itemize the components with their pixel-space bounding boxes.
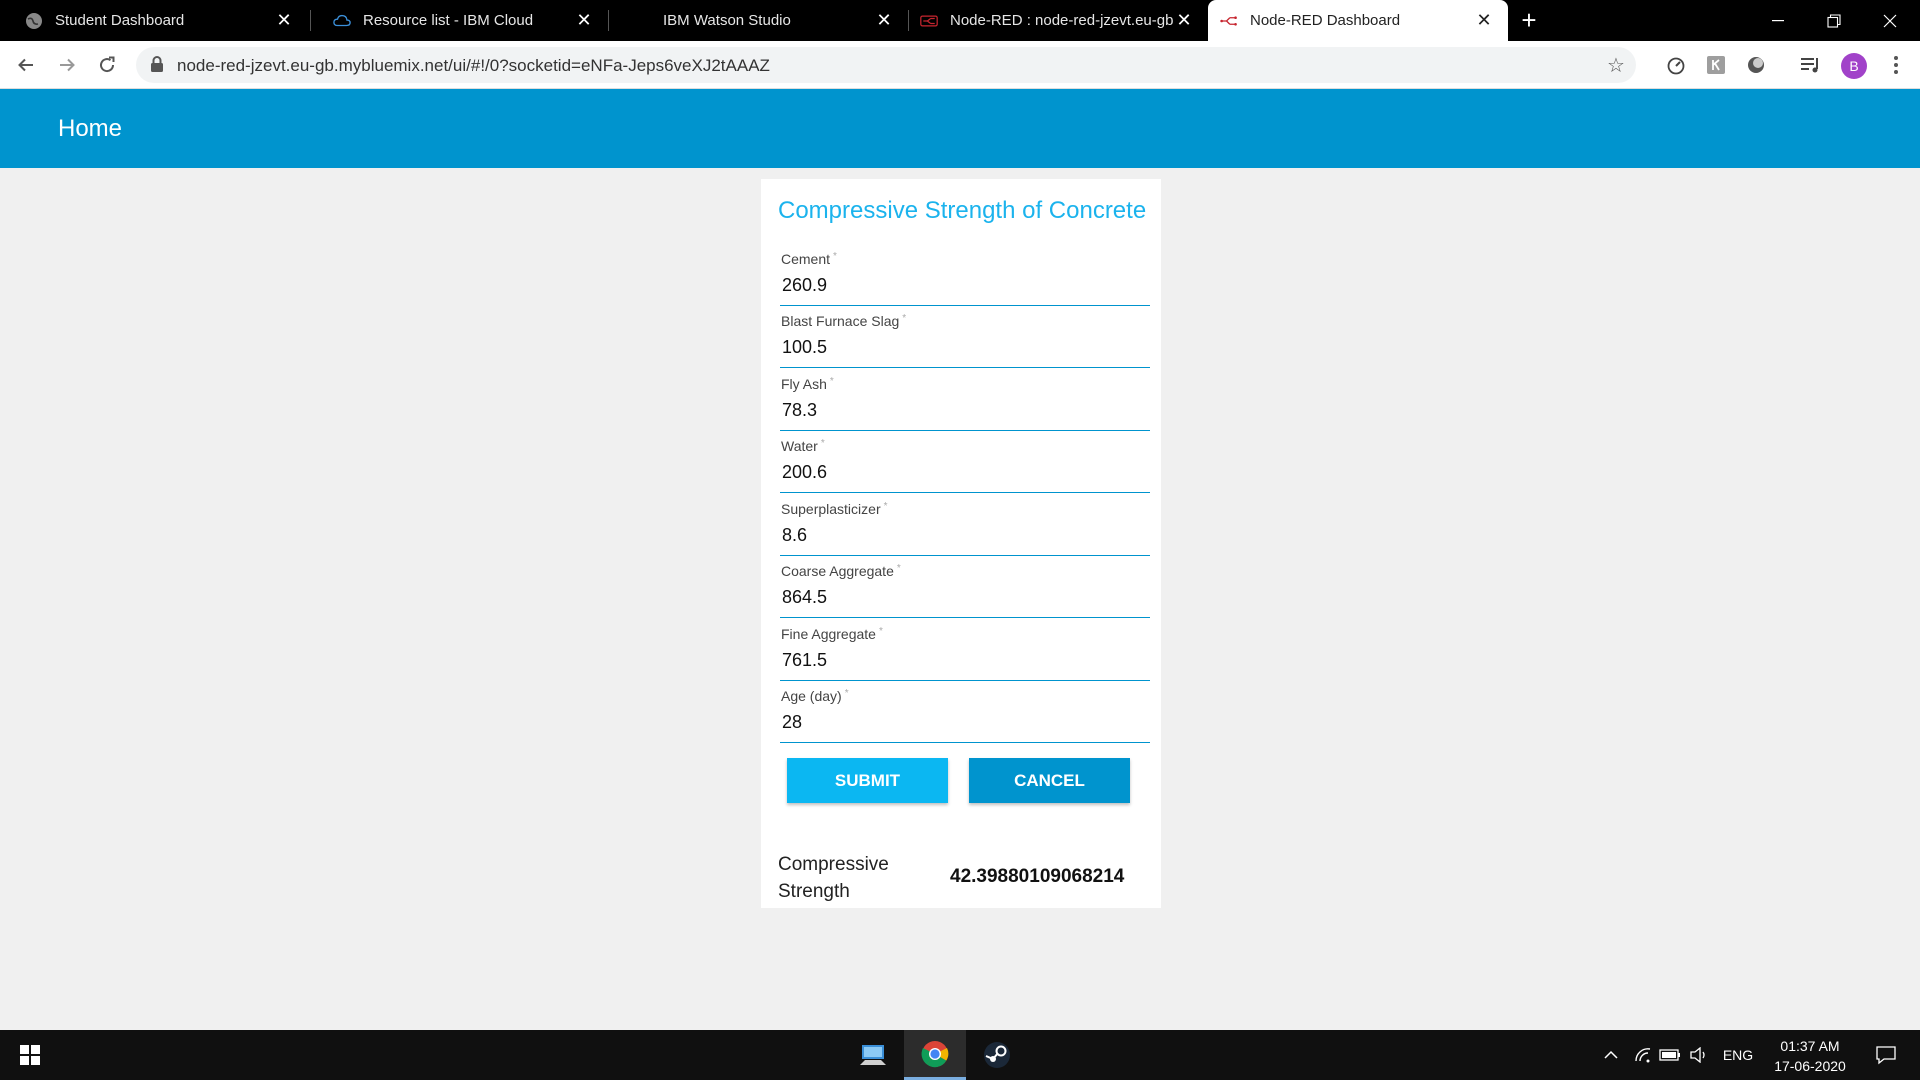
browser-toolbar: node-red-jzevt.eu-gb.mybluemix.net/ui/#!… (0, 41, 1920, 89)
address-bar[interactable]: node-red-jzevt.eu-gb.mybluemix.net/ui/#!… (136, 47, 1636, 83)
form-card: Compressive Strength of Concrete Cement *… (761, 179, 1161, 908)
node-red-icon (1220, 12, 1238, 30)
bookmark-star-icon[interactable]: ☆ (1604, 53, 1628, 77)
extension-icon[interactable] (1704, 53, 1728, 77)
required-mark: * (902, 313, 907, 324)
profile-avatar[interactable]: B (1841, 53, 1867, 79)
field-label: Fly Ash * (781, 376, 834, 392)
field-label: Age (day) * (781, 688, 849, 704)
superplasticizer-input[interactable] (780, 521, 1150, 549)
field-label: Fine Aggregate * (781, 626, 883, 642)
required-mark: * (883, 501, 888, 512)
cement-input[interactable] (780, 271, 1150, 299)
back-arrow-icon (18, 58, 33, 72)
result-value: 42.39880109068214 (950, 866, 1125, 887)
field-label: Blast Furnace Slag * (781, 313, 907, 329)
tab-title: Node-RED Dashboard (1250, 12, 1401, 29)
browser-tab-strip: Student Dashboard ✕ Resource list - IBM … (0, 0, 1920, 41)
required-mark: * (829, 376, 834, 387)
chrome-icon[interactable] (904, 1030, 966, 1080)
battery-icon[interactable] (1656, 1030, 1684, 1080)
tab-node-red-editor[interactable]: Node-RED : node-red-jzevt.eu-gb.mybluemi… (908, 0, 1208, 41)
water-input[interactable] (780, 458, 1150, 486)
restore-button[interactable] (1806, 0, 1862, 41)
back-button[interactable] (10, 49, 42, 81)
node-red-icon (920, 12, 938, 30)
result-label: Compressive Strength (778, 854, 889, 902)
globe-icon (25, 12, 43, 30)
field-label: Coarse Aggregate * (781, 563, 901, 579)
close-tab-icon[interactable]: ✕ (274, 10, 294, 31)
required-mark: * (896, 563, 901, 574)
ibm-cloud-icon (333, 12, 351, 30)
required-mark: * (820, 438, 825, 449)
card-title: Compressive Strength of Concrete (778, 197, 1147, 224)
windows-start-icon[interactable] (0, 1030, 60, 1080)
tab-node-red-dashboard[interactable]: Node-RED Dashboard ✕ (1208, 0, 1508, 41)
media-control-icon[interactable] (1799, 53, 1823, 77)
tab-title: Student Dashboard (55, 12, 185, 29)
new-tab-button[interactable]: + (1516, 7, 1542, 34)
language-indicator[interactable]: ENG (1716, 1030, 1760, 1080)
forward-button[interactable] (51, 49, 83, 81)
cancel-button[interactable]: CANCEL (969, 758, 1130, 803)
close-tab-icon[interactable]: ✕ (1174, 10, 1194, 31)
taskbar: ENG 01:37 AM 17-06-2020 (0, 1030, 1920, 1080)
notifications-icon[interactable] (1864, 1030, 1908, 1080)
required-mark: * (878, 626, 883, 637)
coarse-aggregate-field: Coarse Aggregate * (780, 563, 1150, 618)
system-clock[interactable]: 01:37 AM 17-06-2020 (1762, 1036, 1858, 1076)
water-field: Water * (780, 438, 1150, 493)
age-field: Age (day) * (780, 688, 1150, 743)
minimize-button[interactable] (1750, 0, 1806, 41)
circle-extension-icon[interactable] (1744, 53, 1768, 77)
page-title: Home (58, 115, 123, 142)
fly-ash-input[interactable] (780, 396, 1150, 424)
reload-button[interactable] (91, 49, 123, 81)
watson-icon (633, 12, 651, 30)
field-label: Superplasticizer * (781, 501, 888, 517)
close-tab-icon[interactable]: ✕ (1474, 10, 1494, 31)
volume-icon[interactable] (1686, 1030, 1712, 1080)
url-text: node-red-jzevt.eu-gb.mybluemix.net/ui/#!… (177, 56, 770, 75)
browser-menu-icon[interactable] (1884, 53, 1908, 77)
superplasticizer-field: Superplasticizer * (780, 501, 1150, 556)
fine-aggregate-input[interactable] (780, 646, 1150, 674)
tab-student-dashboard[interactable]: Student Dashboard ✕ (0, 0, 308, 41)
close-window-button[interactable] (1862, 0, 1918, 41)
lock-icon (150, 56, 164, 78)
show-hidden-icons-chevron-icon[interactable] (1598, 1030, 1624, 1080)
field-label: Cement * (781, 251, 837, 267)
page-content: Home Compressive Strength of Concrete Ce… (0, 89, 1920, 1030)
tab-title: IBM Watson Studio (663, 12, 791, 29)
reload-icon (100, 56, 115, 73)
tab-resource-list[interactable]: Resource list - IBM Cloud ✕ (308, 0, 608, 41)
blast-furnace-slag-input[interactable] (780, 333, 1150, 361)
required-mark: * (833, 251, 837, 262)
fine-aggregate-field: Fine Aggregate * (780, 626, 1150, 681)
tab-watson-studio[interactable]: IBM Watson Studio ✕ (608, 0, 908, 41)
field-label: Water * (781, 438, 825, 454)
wifi-icon[interactable] (1630, 1030, 1656, 1080)
clock-time: 01:37 AM (1780, 1038, 1840, 1054)
required-mark: * (844, 688, 849, 699)
dashboard-header: Home (0, 89, 1920, 168)
clock-date: 17-06-2020 (1774, 1058, 1846, 1074)
forward-arrow-icon (60, 58, 75, 72)
fly-ash-field: Fly Ash * (780, 376, 1150, 431)
blast-furnace-slag-field: Blast Furnace Slag * (780, 313, 1150, 368)
submit-button[interactable]: SUBMIT (787, 758, 948, 803)
tab-title: Node-RED : node-red-jzevt.eu-gb.mybluemi… (950, 12, 1174, 29)
age-input[interactable] (780, 708, 1150, 736)
close-tab-icon[interactable]: ✕ (874, 10, 894, 31)
tab-title: Resource list - IBM Cloud (363, 12, 534, 29)
this-pc-icon[interactable] (842, 1030, 904, 1080)
cement-field: Cement * (780, 251, 1150, 306)
close-tab-icon[interactable]: ✕ (574, 10, 594, 31)
steam-icon[interactable] (966, 1030, 1028, 1080)
coarse-aggregate-input[interactable] (780, 583, 1150, 611)
speedometer-extension-icon[interactable] (1664, 53, 1688, 77)
